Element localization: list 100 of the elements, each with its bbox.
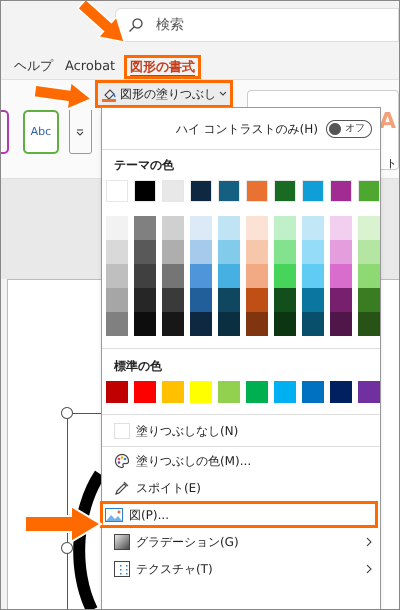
color-swatch[interactable]	[106, 216, 128, 240]
color-swatch[interactable]	[218, 312, 240, 336]
color-swatch[interactable]	[162, 216, 184, 240]
color-swatch[interactable]	[162, 288, 184, 312]
high-contrast-label: ハイ コントラストのみ(H)	[176, 120, 318, 138]
texture-icon	[114, 560, 130, 576]
color-swatch[interactable]	[274, 288, 296, 312]
picture-icon	[105, 508, 123, 522]
ribbon-label: ト	[386, 156, 397, 172]
color-swatch[interactable]	[106, 381, 128, 403]
ribbon-tab[interactable]: 図形の書式	[124, 55, 202, 79]
gallery-more-button[interactable]	[68, 110, 92, 154]
color-swatch[interactable]	[302, 288, 324, 312]
color-swatch[interactable]	[330, 381, 352, 403]
shape-fill-button[interactable]: 図形の塗りつぶし	[94, 80, 233, 108]
toggle-knob	[329, 122, 341, 134]
color-swatch[interactable]	[162, 381, 184, 403]
color-swatch[interactable]	[330, 216, 352, 240]
color-swatch[interactable]	[190, 381, 212, 403]
toggle-switch[interactable]: オフ	[326, 120, 372, 138]
color-swatch[interactable]	[218, 216, 240, 240]
color-swatch[interactable]	[302, 240, 324, 264]
color-swatch[interactable]	[106, 180, 128, 202]
color-swatch[interactable]	[246, 264, 268, 288]
color-swatch[interactable]	[106, 288, 128, 312]
color-swatch[interactable]	[134, 312, 156, 336]
selection-handle[interactable]	[61, 407, 73, 419]
color-swatch[interactable]	[134, 216, 156, 240]
color-swatch[interactable]	[274, 240, 296, 264]
color-swatch[interactable]	[106, 312, 128, 336]
menu-item[interactable]: 図(P)...	[100, 501, 378, 528]
color-swatch[interactable]	[330, 240, 352, 264]
color-swatch[interactable]	[358, 240, 380, 264]
color-swatch[interactable]	[330, 312, 352, 336]
ribbon-tab[interactable]: Acrobat	[62, 55, 118, 79]
style-swatch[interactable]: Abc	[22, 110, 59, 154]
color-swatch[interactable]	[134, 381, 156, 403]
color-swatch[interactable]	[190, 216, 212, 240]
color-swatch[interactable]	[162, 312, 184, 336]
color-swatch[interactable]	[134, 288, 156, 312]
color-swatch[interactable]	[302, 381, 324, 403]
color-swatch[interactable]	[162, 240, 184, 264]
menu-item[interactable]: 塗りつぶしなし(N)	[102, 417, 380, 444]
color-swatch[interactable]	[302, 216, 324, 240]
menu-item[interactable]: スポイト(E)	[102, 474, 380, 501]
color-swatch[interactable]	[358, 264, 380, 288]
color-swatch[interactable]	[358, 216, 380, 240]
color-swatch[interactable]	[274, 264, 296, 288]
color-swatch[interactable]	[190, 288, 212, 312]
color-swatch[interactable]	[358, 180, 380, 202]
color-swatch[interactable]	[330, 288, 352, 312]
color-swatch[interactable]	[134, 240, 156, 264]
color-swatch[interactable]	[302, 264, 324, 288]
color-swatch[interactable]	[106, 240, 128, 264]
color-swatch[interactable]	[274, 216, 296, 240]
ribbon-tab[interactable]: ヘルプ	[11, 55, 56, 79]
eyedropper-icon	[114, 480, 130, 496]
color-swatch[interactable]	[162, 264, 184, 288]
empty-swatch-icon	[114, 422, 130, 438]
color-swatch[interactable]	[330, 264, 352, 288]
color-swatch[interactable]	[134, 180, 156, 202]
search-field[interactable]: 検索	[115, 8, 399, 42]
color-swatch[interactable]	[190, 180, 212, 202]
section-title: 標準の色	[112, 358, 163, 375]
gradient-icon	[114, 534, 130, 550]
color-swatch[interactable]	[162, 180, 184, 202]
menu-item[interactable]: 塗りつぶしの色(M)...	[102, 447, 380, 474]
color-swatch[interactable]	[218, 264, 240, 288]
color-swatch[interactable]	[330, 180, 352, 202]
color-swatch[interactable]	[246, 240, 268, 264]
color-swatch[interactable]	[190, 240, 212, 264]
caret-icon	[218, 91, 227, 97]
color-swatch[interactable]	[106, 264, 128, 288]
color-swatch[interactable]	[246, 381, 268, 403]
color-swatch[interactable]	[358, 312, 380, 336]
color-swatch[interactable]	[246, 288, 268, 312]
color-swatch[interactable]	[218, 381, 240, 403]
selection-handle[interactable]	[61, 542, 73, 554]
color-swatch[interactable]	[246, 180, 268, 202]
color-swatch[interactable]	[134, 264, 156, 288]
color-swatch[interactable]	[246, 312, 268, 336]
search-icon	[128, 17, 144, 33]
more-caret-icon	[76, 128, 84, 136]
color-swatch[interactable]	[302, 180, 324, 202]
color-swatch[interactable]	[274, 312, 296, 336]
color-swatch[interactable]	[358, 381, 380, 403]
color-swatch[interactable]	[190, 264, 212, 288]
color-swatch[interactable]	[218, 180, 240, 202]
color-swatch[interactable]	[218, 288, 240, 312]
color-swatch[interactable]	[190, 312, 212, 336]
color-swatch[interactable]	[302, 312, 324, 336]
menu-item[interactable]: グラデーション(G)	[102, 528, 380, 555]
color-swatch[interactable]	[274, 381, 296, 403]
chevron-right-icon	[366, 536, 372, 546]
color-swatch[interactable]	[246, 216, 268, 240]
color-swatch[interactable]	[274, 180, 296, 202]
menu-item[interactable]: テクスチャ(T)	[102, 555, 380, 582]
style-swatch[interactable]	[1, 110, 9, 154]
color-swatch[interactable]	[358, 288, 380, 312]
color-swatch[interactable]	[218, 240, 240, 264]
